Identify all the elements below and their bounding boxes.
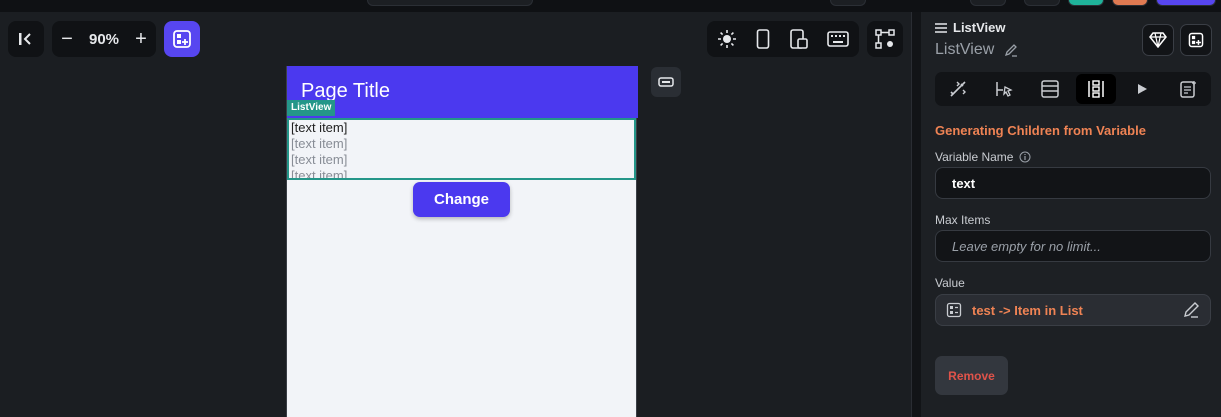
panel-header: ListView — [935, 20, 1006, 35]
panel-header-title: ListView — [953, 20, 1006, 35]
top-button[interactable] — [1156, 0, 1216, 6]
gem-button[interactable] — [1142, 24, 1174, 56]
value-label: Value — [935, 276, 965, 290]
edit-pencil-icon[interactable] — [1004, 43, 1018, 57]
tab-preview[interactable] — [1122, 74, 1162, 104]
top-button[interactable] — [830, 0, 866, 6]
tab-notes[interactable] — [1168, 74, 1208, 104]
add-widget-panel-button[interactable] — [1180, 24, 1212, 56]
variable-name-label-row: Variable Name — [935, 150, 1031, 164]
add-widget-button[interactable] — [164, 21, 200, 57]
tab-backend-query[interactable] — [1030, 74, 1070, 104]
properties-icon — [950, 81, 966, 97]
phone-preview: Page Title ListView [text item] [text it… — [286, 66, 638, 417]
value-text: test -> Item in List — [972, 302, 1083, 318]
collapse-panel-icon — [19, 33, 31, 45]
widget-tree-toggle[interactable] — [651, 67, 681, 97]
widget-name: ListView — [935, 41, 995, 58]
max-items-label: Max Items — [935, 213, 991, 227]
hamburger-icon — [935, 22, 947, 33]
properties-panel: ListView ListView Generating Children fr… — [921, 12, 1221, 417]
toggle-icon — [658, 77, 674, 87]
list-item[interactable]: [text item] — [289, 120, 634, 136]
variable-name-input[interactable]: text — [935, 167, 1211, 199]
generate-children-icon — [1088, 80, 1104, 98]
zoom-level: 90% — [88, 30, 120, 48]
top-button[interactable] — [1068, 0, 1104, 6]
flow-button[interactable] — [867, 21, 903, 57]
add-widget-icon — [173, 30, 191, 48]
flow-icon — [875, 29, 895, 49]
top-strip — [0, 0, 1221, 12]
list-item[interactable]: [text item] — [289, 168, 634, 178]
info-icon[interactable] — [1019, 151, 1031, 163]
collapse-panel-button[interactable] — [8, 21, 44, 57]
top-button[interactable] — [1024, 0, 1060, 6]
tab-generate-children[interactable] — [1076, 74, 1116, 104]
gem-icon — [1149, 32, 1167, 48]
top-button[interactable] — [1112, 0, 1148, 6]
variable-name-label: Variable Name — [935, 150, 1014, 164]
zoom-control: − 90% + — [52, 21, 156, 57]
actions-icon — [996, 82, 1013, 97]
panel-tabs — [935, 72, 1211, 106]
remove-button[interactable]: Remove — [935, 356, 1008, 395]
value-field[interactable]: test -> Item in List — [935, 294, 1211, 326]
section-title: Generating Children from Variable — [935, 123, 1146, 138]
max-items-input[interactable]: Leave empty for no limit... — [935, 230, 1211, 262]
play-icon — [1138, 84, 1147, 94]
zoom-out-button[interactable]: − — [60, 28, 74, 51]
tablet-icon[interactable] — [789, 29, 808, 49]
listview-widget[interactable]: [text item] [text item] [text item] [tex… — [287, 118, 636, 180]
list-item[interactable]: [text item] — [289, 136, 634, 152]
app-bar[interactable]: Page Title — [287, 66, 638, 118]
tab-actions[interactable] — [984, 74, 1024, 104]
edit-pencil-icon[interactable] — [1182, 301, 1200, 319]
variable-icon — [946, 302, 962, 318]
widget-name-row: ListView — [935, 41, 1018, 59]
device-toolbar — [707, 21, 859, 57]
change-button[interactable]: Change — [413, 182, 510, 217]
notes-icon — [1180, 81, 1196, 98]
list-item[interactable]: [text item] — [289, 152, 634, 168]
light-mode-icon[interactable] — [717, 29, 737, 49]
zoom-in-button[interactable]: + — [134, 28, 148, 51]
listview-tag: ListView — [287, 100, 336, 116]
top-button[interactable] — [970, 0, 1006, 6]
tab-properties[interactable] — [938, 74, 978, 104]
keyboard-icon[interactable] — [827, 31, 850, 47]
top-tab[interactable] — [367, 0, 533, 6]
phone-icon[interactable] — [756, 29, 770, 49]
backend-icon — [1041, 80, 1059, 98]
add-widget-icon — [1188, 32, 1204, 48]
